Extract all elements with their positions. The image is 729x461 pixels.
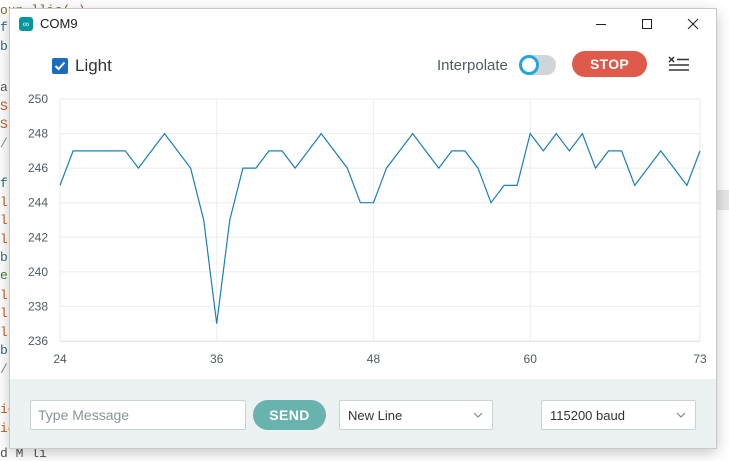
interpolate-label: Interpolate [437,57,508,74]
toggle-knob [519,55,539,75]
y-tick-label: 246 [28,161,48,175]
plotter-toolbar: Light Interpolate STOP [10,39,716,95]
editor-code-line: S [0,99,8,114]
chevron-down-icon [472,410,484,420]
x-tick-label: 60 [524,352,538,366]
series-label: Light [75,56,112,76]
editor-code-line: l [0,213,8,228]
checkmark-icon [54,61,66,71]
series-line-light [60,134,700,324]
y-tick-label: 236 [28,334,48,348]
editor-code-line: l [0,195,8,210]
stop-button[interactable]: STOP [572,51,647,77]
y-tick-label: 238 [28,299,48,313]
series-toggle[interactable]: Light [52,56,112,76]
y-tick-label: 240 [28,265,48,279]
editor-code-line: e [0,268,8,283]
editor-code-line: b [0,343,8,358]
y-tick-label: 242 [28,230,48,244]
baud-rate-value: 115200 baud [550,408,625,423]
editor-code-line: a [0,80,8,95]
x-tick-label: 48 [367,352,381,366]
editor-code-line: b [0,39,8,54]
message-input[interactable] [30,400,246,430]
editor-code-line: l [0,288,8,303]
maximize-icon [641,18,653,30]
y-tick-label: 248 [28,127,48,141]
editor-code-line: l [0,232,8,247]
editor-code-line: S [0,117,8,132]
y-tick-label: 244 [28,196,48,210]
window-title: COM9 [40,16,78,31]
editor-code-line: b [0,250,8,265]
close-icon [687,18,699,30]
line-ending-select[interactable]: New Line [339,400,493,430]
x-tick-label: 73 [693,352,707,366]
editor-code-line: / [0,362,8,377]
x-tick-label: 24 [53,352,67,366]
series-checkbox[interactable] [52,58,68,74]
editor-code-line: / [0,136,8,151]
plot-area: 236 238 240 242 244 246 248 250 24 36 48 60 73 [10,93,716,379]
minimize-icon [595,18,607,30]
send-button[interactable]: SEND [253,400,326,430]
message-bar: SEND New Line 115200 baud [10,379,716,448]
serial-plotter-window: ∞ COM9 Light Interpolate STOP [10,9,716,448]
infinity-icon: ∞ [19,17,33,31]
x-tick-label: 36 [210,352,224,366]
chevron-down-icon [675,410,687,420]
line-ending-value: New Line [348,408,402,423]
clear-list-icon[interactable] [667,53,691,75]
baud-rate-select[interactable]: 115200 baud [541,400,696,430]
interpolate-toggle[interactable] [519,55,556,75]
editor-code-line: l [0,325,8,340]
close-button[interactable] [670,9,716,39]
y-tick-label: 250 [28,93,48,106]
minimize-button[interactable] [578,9,624,39]
editor-code-line: l [0,306,8,321]
editor-code-line: d M li [0,446,47,461]
title-bar: ∞ COM9 [10,9,716,39]
editor-scroll-strip [716,190,729,210]
maximize-button[interactable] [624,9,670,39]
